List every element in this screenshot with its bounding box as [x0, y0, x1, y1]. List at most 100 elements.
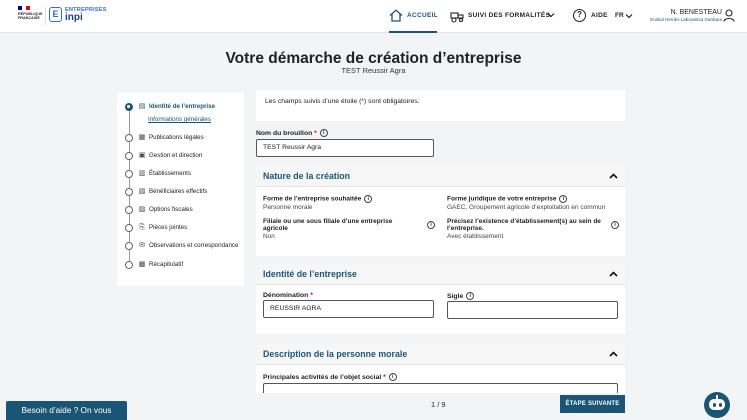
top-header: RÉPUBLIQUE FRANÇAISE E ENTREPRISES inpi …	[0, 0, 747, 33]
step-dot	[125, 261, 133, 269]
activites-input[interactable]	[263, 383, 618, 393]
identite-entreprise-header[interactable]: Identité de l’entreprise	[256, 263, 625, 285]
description-title: Description de la personne morale	[263, 349, 408, 359]
step-dot	[125, 170, 133, 178]
user-icon[interactable]	[723, 9, 735, 22]
step-dot	[125, 188, 133, 196]
tax-icon: ▨	[138, 206, 146, 213]
nature-creation-title: Nature de la création	[263, 171, 351, 181]
step-dot	[125, 206, 133, 214]
document-icon: ▤	[138, 103, 146, 110]
help-circle-icon: ?	[573, 9, 586, 22]
chat-icon: ✉	[139, 242, 145, 249]
attachment-icon: ⎘	[139, 224, 145, 231]
nav-aide-label: AIDE	[591, 12, 608, 19]
language-label: FR	[615, 12, 624, 19]
user-organisation: Euskal Herriko Laborantza Ganbara	[650, 17, 722, 22]
step-label: Gestion et direction	[149, 152, 203, 159]
step-identite[interactable]: ▤ Identité de l’entreprise	[117, 99, 244, 117]
callback-help-button[interactable]: Besoin d’aide ? On vous rappelle !	[6, 401, 127, 420]
info-icon[interactable]: i	[388, 373, 397, 381]
info-icon[interactable]: i	[466, 292, 475, 300]
step-label: Bénéficiaires effectifs	[149, 188, 208, 195]
sigle-input[interactable]	[447, 301, 618, 319]
step-label: Publications légales	[149, 134, 204, 141]
forme-entreprise-value: Personne morale	[263, 204, 313, 211]
chevron-down-icon	[625, 14, 633, 19]
nav-suivi-label: SUIVI DES FORMALITÉS	[468, 12, 551, 19]
denomination-input[interactable]: REUSSIR AGRA	[263, 300, 434, 318]
activites-label: Principales activités de l’objet social …	[263, 373, 397, 381]
substep-informations-generales[interactable]: Informations générales	[148, 116, 211, 123]
nav-accueil[interactable]: ACCUEIL	[389, 0, 438, 33]
republique-francaise-logo[interactable]: RÉPUBLIQUE FRANÇAISE	[18, 6, 44, 20]
chevron-up-icon[interactable]	[609, 271, 618, 277]
inpi-e-icon: E	[49, 7, 62, 22]
identite-entreprise-title: Identité de l’entreprise	[263, 269, 357, 279]
info-icon[interactable]: i	[611, 221, 619, 229]
description-personne-morale-card: Description de la personne morale Princi…	[256, 343, 625, 393]
notice-text: Les champs suivis d’une étoile (*) sont …	[265, 98, 420, 105]
clipboard-icon: ▧	[138, 188, 146, 195]
step-beneficiaires[interactable]: ▧ Bénéficiaires effectifs	[117, 184, 244, 202]
step-label: Pièces jointes	[149, 224, 188, 231]
inpi-logo-bottom: inpi	[65, 12, 83, 23]
chevron-up-icon[interactable]	[609, 173, 618, 179]
logo-separator	[45, 7, 46, 25]
newspaper-icon: ▦	[138, 134, 146, 141]
summary-icon: ▩	[138, 261, 146, 268]
nature-creation-header[interactable]: Nature de la création	[256, 165, 625, 187]
filiale-value: Non	[263, 233, 275, 240]
info-icon[interactable]: i	[319, 129, 328, 137]
user-menu[interactable]: N. BENESTEAU Euskal Herriko Laborantza G…	[642, 8, 722, 23]
next-step-button[interactable]: ÉTAPE SUIVANTE	[560, 395, 625, 413]
step-current-dot	[125, 103, 133, 111]
info-icon[interactable]: i	[559, 195, 568, 203]
page-indicator: 1 / 9	[431, 400, 446, 409]
building-icon: ▥	[138, 170, 146, 177]
denomination-label: Dénomination *	[263, 292, 313, 299]
brouillon-label: Nom du brouillon * i	[256, 129, 328, 137]
step-pieces-jointes[interactable]: ⎘ Pièces jointes	[117, 220, 244, 238]
home-icon	[389, 9, 403, 22]
page-subtitle: TEST Reussir Agra	[341, 66, 406, 75]
forme-juridique-value: GAEC, Groupement agricole d’exploitation…	[447, 204, 606, 211]
forme-entreprise-label: Forme de l’entreprise souhaitée i	[263, 195, 433, 203]
sigle-label: Sigle i	[447, 292, 475, 300]
steps-sidebar: ▤ Identité de l’entreprise Informations …	[117, 93, 244, 286]
description-header[interactable]: Description de la personne morale	[256, 343, 625, 365]
step-label: Observations et correspondance	[149, 242, 239, 249]
info-icon[interactable]: i	[364, 195, 373, 203]
chevron-up-icon[interactable]	[609, 351, 618, 357]
language-selector[interactable]: FR	[615, 12, 633, 19]
step-dot	[125, 152, 133, 160]
identite-entreprise-card: Identité de l’entreprise Dénomination * …	[256, 263, 625, 334]
step-etablissements[interactable]: ▥ Établissements	[117, 166, 244, 184]
step-publications[interactable]: ▦ Publications légales	[117, 130, 244, 148]
republique-line-2: FRANÇAISE	[18, 16, 40, 21]
forme-juridique-label: Forme juridique de votre entreprise i	[447, 195, 617, 203]
existence-etablissement-label: Précisez l’existence d’établissement(s) …	[447, 218, 601, 232]
brouillon-input[interactable]: TEST Reussir Agra	[256, 139, 434, 157]
step-options-fiscales[interactable]: ▨ Options fiscales	[117, 202, 244, 220]
step-label: Options fiscales	[149, 206, 193, 213]
required-fields-notice: Les champs suivis d’une étoile (*) sont …	[256, 90, 625, 121]
nature-creation-card: Nature de la création Forme de l’entrepr…	[256, 165, 625, 256]
step-observations[interactable]: ✉ Observations et correspondance	[117, 238, 244, 256]
step-recapitulatif[interactable]: ▩ Récapitulatif	[117, 257, 244, 275]
info-icon[interactable]: i	[427, 221, 435, 229]
user-name: N. BENESTEAU	[670, 9, 722, 16]
existence-etablissement-value: Avec établissement	[447, 233, 504, 240]
step-label: Identité de l’entreprise	[149, 103, 216, 110]
tractor-icon	[450, 12, 464, 23]
filiale-label: Filiale ou une sous filiale d’une entrep…	[263, 218, 393, 232]
chevron-down-icon	[547, 13, 555, 18]
step-label: Établissements	[149, 170, 191, 177]
step-dot	[125, 242, 133, 250]
nav-accueil-label: ACCUEIL	[407, 12, 438, 19]
flag-icon	[18, 6, 30, 10]
step-dot	[125, 224, 133, 232]
step-dot	[125, 134, 133, 142]
step-gestion[interactable]: ▣ Gestion et direction	[117, 148, 244, 166]
chatbot-icon[interactable]	[704, 392, 730, 418]
